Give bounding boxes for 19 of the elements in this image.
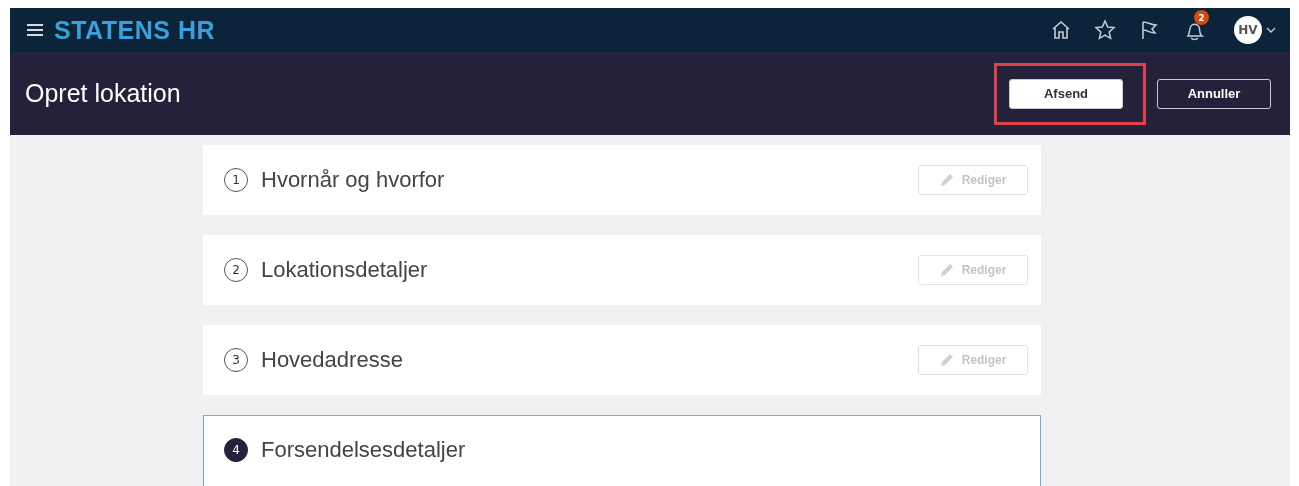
notification-button[interactable]: 2 <box>1182 10 1210 42</box>
page-title: Opret lokation <box>25 79 182 108</box>
menu-icon[interactable] <box>26 23 44 37</box>
step-title: Hvornår og hvorfor <box>261 167 446 193</box>
notification-badge: 2 <box>1194 10 1209 25</box>
app-logo[interactable]: STATENS HR <box>54 15 216 45</box>
chevron-down-icon[interactable] <box>1266 27 1276 33</box>
step-title: Forsendelsesdetaljer <box>261 437 467 463</box>
pencil-icon <box>939 353 954 367</box>
pencil-icon <box>939 173 954 187</box>
star-icon[interactable] <box>1094 19 1116 41</box>
pencil-icon <box>939 263 954 277</box>
user-avatar[interactable]: HV <box>1234 16 1262 44</box>
step-title: Hovedadresse <box>261 347 404 373</box>
step-number: 4 <box>224 438 248 462</box>
cancel-button[interactable]: Annuller <box>1157 78 1271 109</box>
home-icon[interactable] <box>1050 19 1072 41</box>
submit-button[interactable]: Afsend <box>1009 78 1123 109</box>
step-title: Lokationsdetaljer <box>261 257 429 283</box>
